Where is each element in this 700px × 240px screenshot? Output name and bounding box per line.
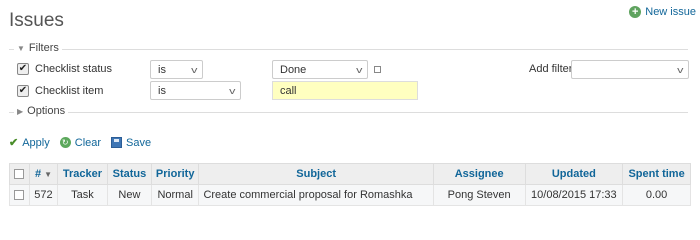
issues-table: # ▼ Tracker Status Priority Subject Assig…	[9, 163, 691, 206]
filter-label: Checklist item	[35, 85, 104, 97]
add-filter-text: Add filter	[529, 63, 573, 75]
operator-value: is	[158, 63, 166, 76]
column-header-status[interactable]: Status	[106, 163, 152, 185]
toggle-multiselect-icon[interactable]	[374, 66, 381, 73]
filters-divider	[9, 49, 688, 50]
chevron-down-icon: v	[676, 64, 683, 75]
column-header-tracker[interactable]: Tracker	[56, 163, 108, 185]
header-id-label: #	[34, 168, 42, 180]
table-header-row: # ▼ Tracker Status Priority Subject Assig…	[9, 163, 691, 185]
options-divider	[9, 112, 688, 113]
cell-updated: 10/08/2015 17:33	[524, 184, 624, 206]
select-all-checkbox[interactable]	[14, 169, 25, 180]
apply-button[interactable]: ✔ Apply	[9, 136, 50, 150]
query-actions: ✔ Apply ↻ Clear Save	[9, 136, 151, 150]
reload-icon: ↻	[59, 137, 71, 148]
clear-button[interactable]: ↻ Clear	[59, 136, 102, 149]
new-issue-label: New issue	[645, 6, 696, 18]
options-legend-label: Options	[27, 105, 66, 117]
value-selected: Done	[280, 63, 307, 76]
filters-legend-label: Filters	[28, 42, 59, 54]
add-filter-select[interactable]: v	[571, 60, 689, 79]
cell-subject[interactable]: Create commercial proposal for Romashka	[198, 184, 434, 206]
check-icon: ✔	[9, 137, 19, 149]
column-header-spent-time[interactable]: Spent time	[622, 163, 691, 185]
row-checkbox[interactable]	[14, 190, 25, 201]
plus-icon: +	[629, 6, 642, 18]
options-legend[interactable]: ▶ Options	[14, 105, 69, 117]
select-all-header[interactable]	[9, 163, 30, 185]
chevron-down-icon: v	[190, 64, 197, 75]
column-header-assignee[interactable]: Assignee	[432, 163, 526, 185]
column-header-id[interactable]: # ▼	[28, 163, 58, 185]
value-select-checklist-status[interactable]: Done v	[272, 60, 368, 79]
filter-checkbox-checklist-item[interactable]: ✔	[17, 85, 29, 97]
filter-label: Checklist status	[35, 63, 113, 75]
row-select-cell[interactable]	[9, 184, 30, 206]
collapse-triangle-icon: ▼	[17, 43, 25, 53]
cell-priority: Normal	[150, 184, 200, 206]
sort-down-icon: ▼	[44, 170, 52, 179]
operator-value: is	[158, 84, 166, 97]
expand-triangle-icon: ▶	[17, 106, 24, 116]
cell-tracker: Task	[56, 184, 108, 206]
save-icon	[111, 137, 123, 148]
apply-label: Apply	[22, 136, 50, 149]
filter-row-checklist-status: ✔ Checklist status	[17, 63, 112, 75]
filters-legend[interactable]: ▼ Filters	[14, 42, 62, 54]
column-header-subject[interactable]: Subject	[198, 163, 434, 185]
cell-id[interactable]: 572	[28, 184, 58, 206]
value-input-checklist-item[interactable]: call	[272, 81, 418, 100]
save-button[interactable]: Save	[111, 136, 151, 149]
clear-label: Clear	[74, 136, 102, 149]
chevron-down-icon: v	[355, 64, 362, 75]
chevron-down-icon: v	[228, 85, 235, 96]
table-row[interactable]: 572 Task New Normal Create commercial pr…	[9, 184, 691, 206]
page-title: Issues	[9, 10, 64, 31]
cell-assignee[interactable]: Pong Steven	[432, 184, 526, 206]
operator-select-checklist-status[interactable]: is v	[150, 60, 203, 79]
column-header-updated[interactable]: Updated	[524, 163, 624, 185]
save-label: Save	[126, 136, 152, 149]
add-filter-label: Add filter	[529, 63, 572, 75]
filter-checkbox-checklist-status[interactable]: ✔	[17, 63, 29, 75]
new-issue-link[interactable]: + New issue	[629, 6, 696, 18]
value-input-text: call	[280, 84, 297, 97]
filter-row-checklist-item: ✔ Checklist item	[17, 85, 103, 97]
cell-spent-time: 0.00	[622, 184, 691, 206]
cell-status: New	[106, 184, 152, 206]
operator-select-checklist-item[interactable]: is v	[150, 81, 241, 100]
column-header-priority[interactable]: Priority	[150, 163, 200, 185]
